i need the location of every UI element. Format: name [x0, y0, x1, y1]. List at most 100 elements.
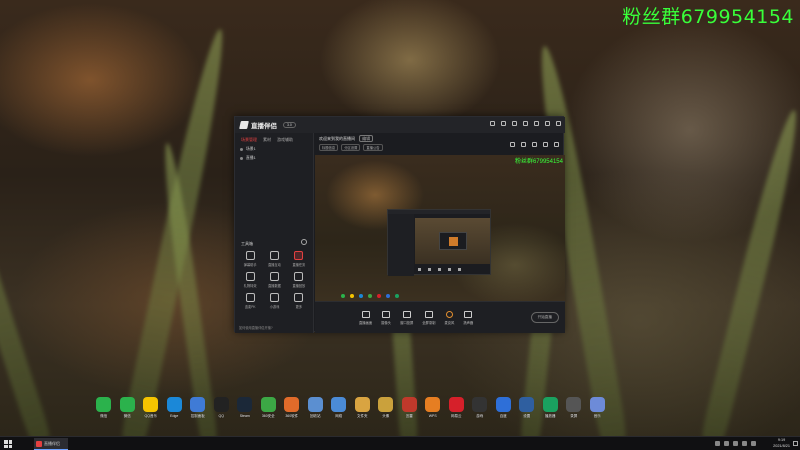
bell-icon[interactable] [543, 142, 548, 147]
desktop-shortcut[interactable]: 设置 [515, 397, 539, 419]
network-icon[interactable] [724, 441, 729, 446]
tool-live-replay[interactable]: 直播回放 [287, 272, 311, 288]
app-titlebar[interactable]: 直播伴侣 3.0 [235, 117, 565, 133]
tool-pk[interactable]: 连麦PK [238, 293, 262, 309]
tool-more[interactable]: 更多 [287, 293, 311, 309]
room-tag[interactable]: 直播公告 [363, 144, 383, 151]
desktop-shortcut[interactable]: 微信 [92, 397, 116, 419]
menu-icon[interactable] [523, 121, 528, 126]
desktop-shortcut[interactable]: WPS [421, 397, 445, 419]
streaming-app-window[interactable]: 直播伴侣 3.0 场景管理 素材 游戏辅助 场景1 直播1 工具箱 弹幕助手 直… [234, 116, 565, 333]
desktop-shortcut[interactable]: 音乐 [586, 397, 610, 419]
tool-label: 直播互动 [268, 263, 281, 267]
tab-materials[interactable]: 素材 [263, 137, 271, 143]
control-speaker[interactable]: 扬声器 [463, 310, 473, 325]
toolbox-settings-icon[interactable] [301, 239, 307, 245]
share-icon[interactable] [554, 142, 559, 147]
streaming-app-icon [36, 440, 42, 447]
desktop-shortcut[interactable]: 网易云 [445, 397, 469, 419]
room-tag[interactable]: 标题信息 [319, 144, 339, 151]
visibility-icon[interactable] [240, 157, 243, 160]
notification-icon[interactable] [793, 441, 798, 446]
windows-start-icon[interactable] [4, 440, 12, 448]
scene-label: 场景1 [246, 147, 256, 151]
desktop-shortcut[interactable]: 微信 [116, 397, 140, 419]
people-icon[interactable] [532, 142, 537, 147]
desktop-shortcut[interactable]: 360软件 [280, 397, 304, 419]
tool-label: 礼物特效 [243, 284, 257, 288]
fan-group-watermark: 粉丝群679954154 [622, 6, 794, 28]
tool-gift-effects[interactable]: 礼物特效 [238, 272, 262, 288]
desktop-shortcut[interactable]: QQ [210, 397, 234, 419]
desktop-shortcut[interactable]: Steam [233, 397, 257, 419]
close-icon[interactable] [556, 121, 561, 126]
scene-item[interactable]: 直播1 [235, 154, 313, 163]
system-tray [715, 441, 756, 446]
tool-live-data[interactable]: 直播数据 [262, 272, 286, 288]
tool-mini-game[interactable]: 小游戏 [262, 293, 286, 309]
control-label: 摄像头 [381, 320, 392, 325]
desktop-shortcut[interactable]: 录屏 [562, 397, 586, 419]
clock[interactable]: 9:19 2021/8/21 [773, 438, 790, 449]
go-live-button[interactable]: 开始直播 [530, 312, 559, 323]
layout-icon[interactable] [510, 142, 515, 147]
visibility-icon[interactable] [240, 148, 243, 151]
control-mic[interactable]: 麦克风 [444, 310, 454, 325]
chat-icon[interactable] [521, 142, 526, 147]
tool-label: 直播数据 [268, 284, 281, 288]
control-camera[interactable]: 摄像头 [381, 310, 392, 325]
tool-label: 弹幕助手 [243, 263, 257, 267]
desktop-shortcut[interactable]: 回收站 [304, 397, 328, 419]
desktop-shortcut[interactable]: 控制面板 [186, 397, 210, 419]
desktop-shortcut-label: QQ [218, 414, 224, 418]
taskbar-app-streaming[interactable]: 直播伴侣 [34, 438, 68, 450]
desktop-shortcut[interactable]: 网络 [327, 397, 351, 419]
desktop-shortcut[interactable]: 360安全 [257, 397, 281, 419]
tab-scene-management[interactable]: 场景管理 [241, 137, 257, 143]
desktop-shortcut[interactable]: 播放器 [539, 397, 563, 419]
tool-label: 小游戏 [269, 305, 280, 309]
skin-icon[interactable] [490, 121, 495, 126]
volume-icon[interactable] [733, 441, 738, 446]
desktop-shortcut[interactable]: 头像 [374, 397, 398, 419]
tab-game-assist[interactable]: 游戏辅助 [277, 137, 293, 143]
desktop-shortcut[interactable]: 迅雷 [398, 397, 422, 419]
tool-live-task[interactable]: 直播任务 [287, 251, 311, 267]
live-preview[interactable]: 粉丝群679954154 [315, 155, 565, 301]
player-icon [542, 397, 558, 412]
minimize-icon[interactable] [534, 121, 539, 126]
desktop-shortcut[interactable]: Edge [163, 397, 187, 419]
version-badge[interactable]: 3.0 [283, 122, 296, 128]
dot-icon [428, 268, 431, 271]
ime-icon[interactable] [742, 441, 747, 446]
tool-live-interaction[interactable]: 直播互动 [262, 251, 286, 267]
room-tag[interactable]: 分区设置 [341, 144, 361, 151]
security-icon[interactable] [751, 441, 756, 446]
wechat-icon [341, 294, 345, 298]
tool-danmu-assistant[interactable]: 弹幕助手 [238, 251, 262, 267]
mic-icon [445, 310, 453, 318]
control-screen[interactable]: 直播画面 [359, 310, 372, 325]
nested-controls [418, 268, 461, 271]
chat-icon [245, 251, 255, 260]
desktop-shortcut[interactable]: 文件夹 [351, 397, 375, 419]
settings-icon[interactable] [512, 121, 517, 126]
maximize-icon[interactable] [545, 121, 550, 126]
steam-icon [237, 397, 253, 412]
edit-room-button[interactable]: 编辑 [359, 135, 374, 142]
help-link[interactable]: 如何使用直播伴侣开播? [239, 325, 273, 330]
desktop-shortcut[interactable]: 游戏 [468, 397, 492, 419]
chevron-up-icon[interactable] [715, 441, 720, 446]
qqmusic-icon [350, 294, 354, 298]
scene-item[interactable]: 场景1 [235, 145, 313, 154]
message-icon[interactable] [501, 121, 506, 126]
desktop-shortcut[interactable]: QQ音乐 [139, 397, 163, 419]
dot-icon [448, 268, 451, 271]
nested-sidebar [388, 214, 414, 276]
camera-icon [382, 310, 391, 318]
control-window[interactable]: 窗口投屏 [400, 310, 413, 325]
tool-label: 连麦PK [244, 305, 256, 309]
desktop-shortcut[interactable]: 百度 [492, 397, 516, 419]
control-fullscreen[interactable]: 全屏录制 [422, 310, 435, 325]
baidu-icon [386, 294, 390, 298]
